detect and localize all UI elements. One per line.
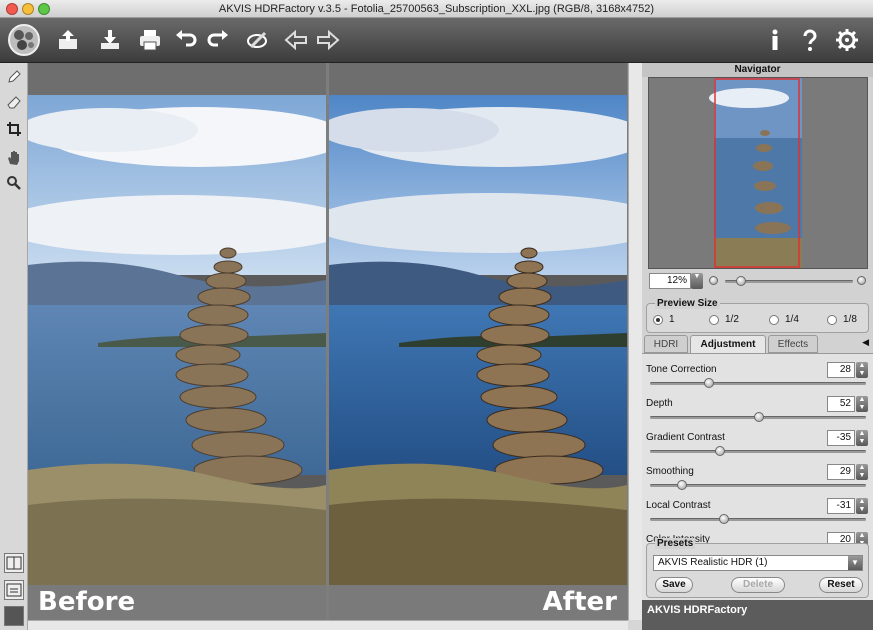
undo-icon[interactable] xyxy=(170,24,202,56)
param-stepper[interactable]: ▲▼ xyxy=(856,498,868,514)
preview-size-option-1-2[interactable]: 1/2 xyxy=(709,314,739,325)
before-image[interactable] xyxy=(28,95,326,585)
param-row: Smoothing 29 ▲ ▼ xyxy=(642,460,873,494)
param-slider-track[interactable] xyxy=(650,450,866,453)
zoom-row: 12% ▼ xyxy=(642,271,873,291)
save-preset-button[interactable]: Save xyxy=(655,577,693,593)
zoom-slider-knob[interactable] xyxy=(736,276,746,286)
param-slider-knob[interactable] xyxy=(754,412,765,422)
param-stepper[interactable]: ▲▼ xyxy=(856,430,868,446)
preview-size-option-1-4[interactable]: 1/4 xyxy=(769,314,799,325)
save-icon[interactable] xyxy=(94,24,126,56)
param-value-field[interactable]: -35 xyxy=(827,430,855,446)
reset-button[interactable]: Reset xyxy=(819,577,863,593)
presets-title: Presets xyxy=(655,538,696,549)
swap-view-icon[interactable] xyxy=(4,580,24,600)
toolbar xyxy=(0,18,873,63)
crop-icon[interactable] xyxy=(4,119,24,139)
param-slider-knob[interactable] xyxy=(704,378,715,388)
preview-size-group: Preview Size 1 1/2 1/4 1/8 xyxy=(646,298,869,333)
after-image[interactable] xyxy=(329,95,627,585)
tab-adjustment[interactable]: Adjustment xyxy=(690,335,766,354)
image-viewer: Before After xyxy=(28,63,628,620)
navigator-preview[interactable] xyxy=(648,77,868,269)
back-arrow-icon[interactable] xyxy=(280,24,312,56)
navigator-title: Navigator xyxy=(642,63,873,77)
delete-preset-button[interactable]: Delete xyxy=(731,577,785,593)
hand-icon[interactable] xyxy=(4,147,24,167)
zoom-icon[interactable] xyxy=(4,173,24,193)
brush-icon[interactable] xyxy=(242,24,274,56)
after-pane: After xyxy=(329,63,627,620)
preview-size-option-1[interactable]: 1 xyxy=(653,314,675,325)
tools-panel xyxy=(0,63,28,630)
help-icon[interactable] xyxy=(794,24,826,56)
window-title: AKVIS HDRFactory v.3.5 - Fotolia_2570056… xyxy=(218,3,655,15)
param-slider-knob[interactable] xyxy=(718,514,729,524)
before-label: Before xyxy=(28,585,326,620)
param-value-field[interactable]: 52 xyxy=(827,396,855,412)
param-row: Gradient Contrast -35 ▲ ▼ xyxy=(642,426,873,460)
app-logo-icon[interactable] xyxy=(4,21,44,59)
preview-size-option-1-8[interactable]: 1/8 xyxy=(827,314,857,325)
param-slider-track[interactable] xyxy=(650,518,866,521)
tab-hdri[interactable]: HDRI xyxy=(644,335,688,353)
param-slider-knob[interactable] xyxy=(677,480,688,490)
footer-bar: AKVIS HDRFactory xyxy=(642,600,873,630)
param-slider-track[interactable] xyxy=(650,382,866,385)
background-color-swatch[interactable] xyxy=(4,606,24,626)
param-label: Gradient Contrast xyxy=(646,432,725,443)
param-label: Smoothing xyxy=(646,466,694,477)
param-label: Tone Correction xyxy=(646,364,717,375)
presets-group: Presets AKVIS Realistic HDR (1) ▼ Save D… xyxy=(646,538,869,598)
horizontal-scrollbar[interactable] xyxy=(28,620,628,630)
zoom-out-icon[interactable] xyxy=(709,276,718,285)
radio-dot[interactable] xyxy=(827,314,837,325)
panel-menu-icon[interactable]: ◀ xyxy=(862,337,869,348)
zoom-in-icon[interactable] xyxy=(857,276,866,285)
param-row: Tone Correction 28 ▲ ▼ xyxy=(642,358,873,392)
after-label: After xyxy=(329,585,627,620)
chevron-down-icon: ▼ xyxy=(848,556,862,570)
vertical-scrollbar[interactable] xyxy=(628,63,642,620)
before-pane: Before xyxy=(28,63,326,620)
print-icon[interactable] xyxy=(134,24,166,56)
forward-arrow-icon[interactable] xyxy=(312,24,344,56)
param-stepper[interactable]: ▲▼ xyxy=(856,464,868,480)
param-value-field[interactable]: -31 xyxy=(827,498,855,514)
param-slider-knob[interactable] xyxy=(714,446,725,456)
param-stepper[interactable]: ▲▼ xyxy=(856,362,868,378)
param-label: Local Contrast xyxy=(646,500,711,511)
open-icon[interactable] xyxy=(52,24,84,56)
param-row: Depth 52 ▲ ▼ xyxy=(642,392,873,426)
settings-panel: Navigator 12% ▼ Preview Size 1 1/2 1/4 1… xyxy=(642,63,873,630)
radio-dot[interactable] xyxy=(709,314,719,325)
info-icon[interactable] xyxy=(759,24,791,56)
footer-title: AKVIS HDRFactory xyxy=(647,604,748,616)
radio-dot[interactable] xyxy=(653,314,663,325)
close-window-button[interactable] xyxy=(6,3,18,15)
param-row: Local Contrast -31 ▲ ▼ xyxy=(642,494,873,528)
radio-dot[interactable] xyxy=(769,314,779,325)
zoom-window-button[interactable] xyxy=(38,3,50,15)
preset-select[interactable]: AKVIS Realistic HDR (1) ▼ xyxy=(653,555,863,571)
tab-effects[interactable]: Effects xyxy=(768,335,818,353)
settings-icon[interactable] xyxy=(831,24,863,56)
tab-bar: HDRI Adjustment Effects ◀ xyxy=(642,335,873,354)
param-label: Depth xyxy=(646,398,673,409)
param-stepper[interactable]: ▲▼ xyxy=(856,396,868,412)
title-bar: AKVIS HDRFactory v.3.5 - Fotolia_2570056… xyxy=(0,0,873,18)
preview-size-title: Preview Size xyxy=(655,298,720,309)
zoom-dropdown-button[interactable]: ▼ xyxy=(691,273,703,289)
eraser-icon[interactable] xyxy=(4,93,24,113)
param-value-field[interactable]: 29 xyxy=(827,464,855,480)
pencil-icon[interactable] xyxy=(4,67,24,87)
zoom-field[interactable]: 12% xyxy=(649,273,691,289)
redo-icon[interactable] xyxy=(202,24,234,56)
param-value-field[interactable]: 28 xyxy=(827,362,855,378)
split-view-icon[interactable] xyxy=(4,553,24,573)
minimize-window-button[interactable] xyxy=(22,3,34,15)
